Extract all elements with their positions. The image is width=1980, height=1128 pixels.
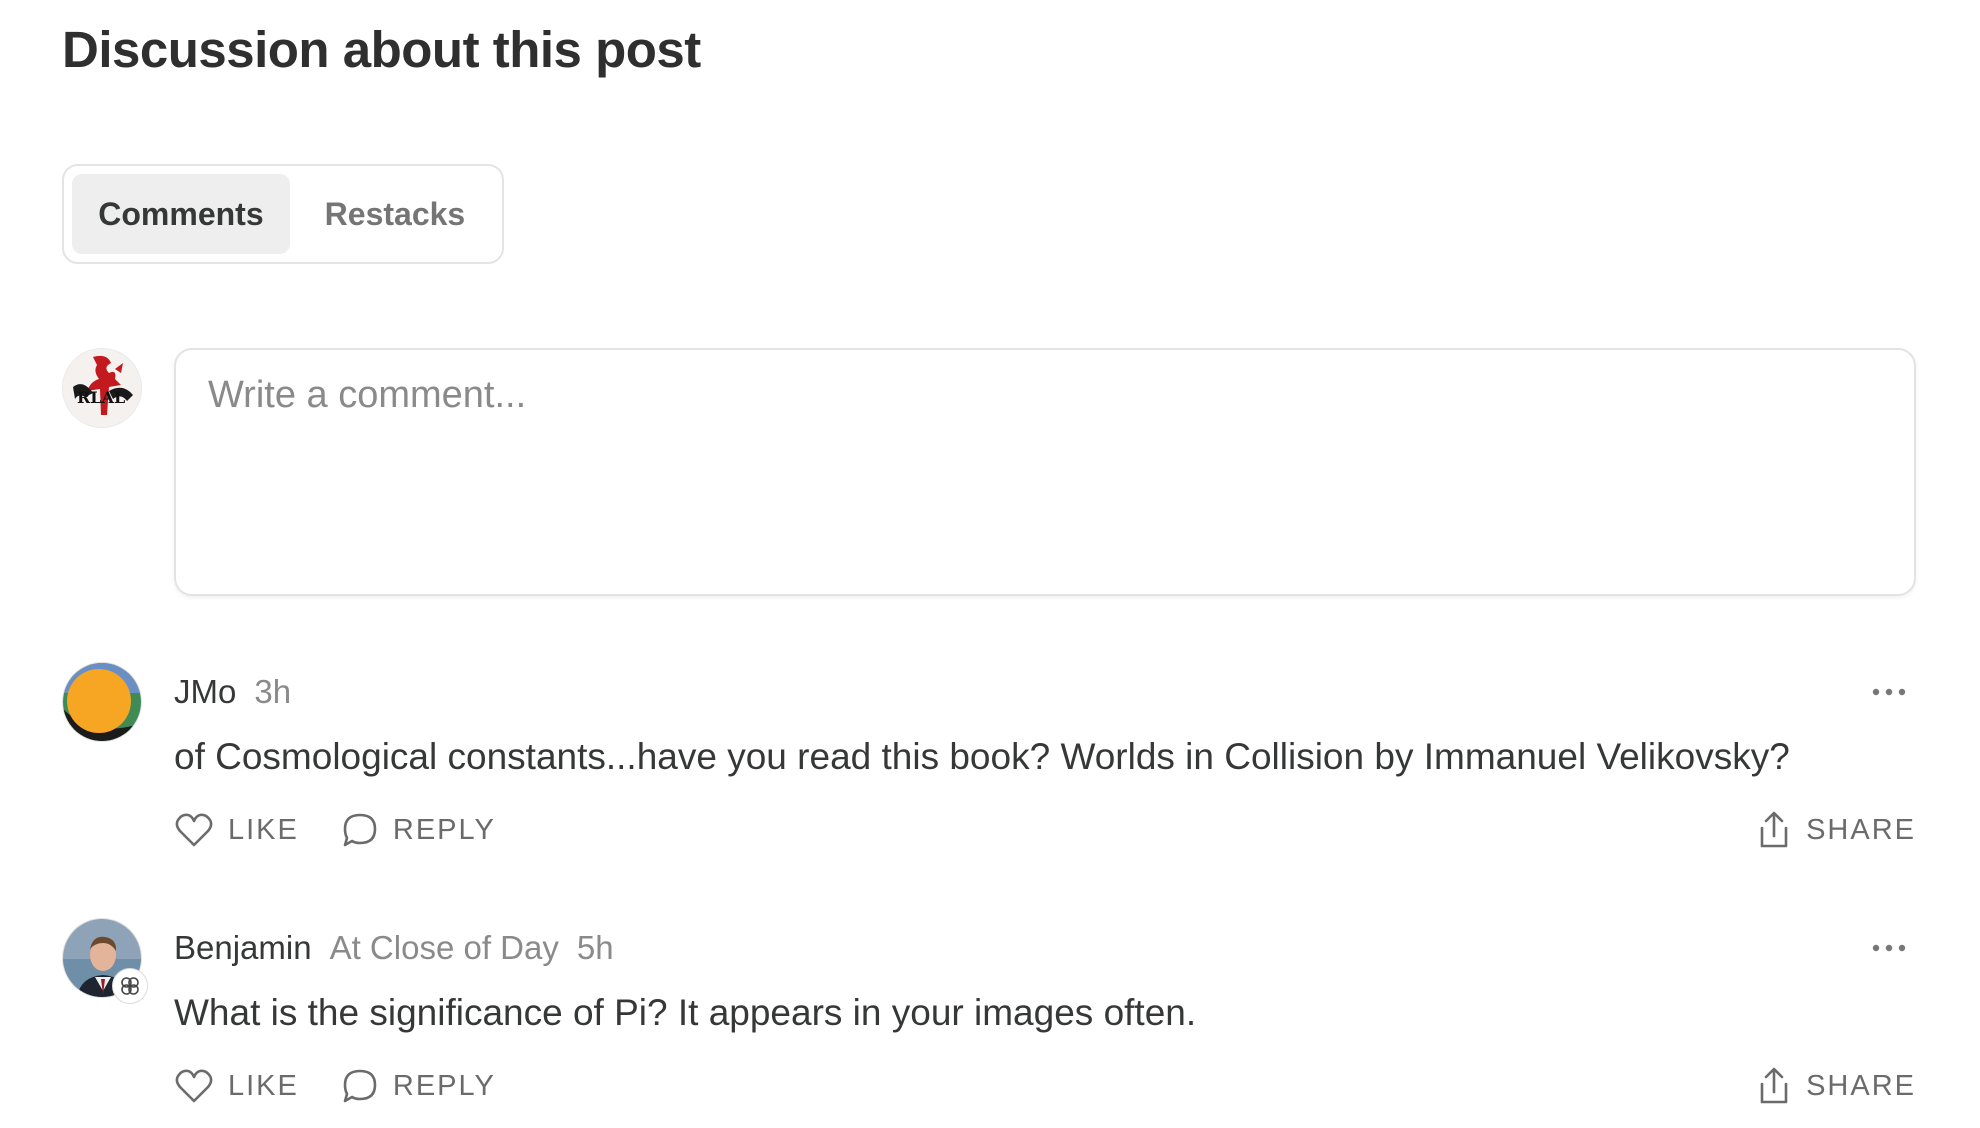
comment-actions: LIKE REPLY SHARE: [174, 802, 1916, 858]
subscriber-badge: [112, 968, 148, 1004]
current-user-avatar[interactable]: RLAL: [62, 348, 142, 428]
comment-header: JMo 3h: [174, 662, 291, 722]
reply-label: REPLY: [392, 1069, 496, 1102]
comment-author[interactable]: Benjamin: [174, 929, 312, 967]
comment-time[interactable]: 5h: [577, 929, 614, 967]
reply-button[interactable]: REPLY: [341, 811, 496, 849]
more-options-icon[interactable]: [1862, 672, 1916, 712]
speech-bubble-icon: [343, 813, 377, 847]
comment-header: Benjamin At Close of Day 5h: [174, 918, 614, 978]
comment-composer[interactable]: [174, 348, 1916, 596]
like-label: LIKE: [228, 813, 299, 846]
share-label: SHARE: [1806, 813, 1916, 846]
reply-label: REPLY: [392, 813, 496, 846]
clover-icon: [121, 977, 139, 995]
heart-icon: [175, 1069, 213, 1103]
share-icon: [1760, 1067, 1788, 1104]
page-title: Discussion about this post: [62, 21, 701, 78]
svg-text:RLAL: RLAL: [77, 388, 125, 407]
comment-time[interactable]: 3h: [254, 673, 291, 711]
share-button[interactable]: SHARE: [1756, 1066, 1916, 1106]
like-button[interactable]: LIKE: [174, 812, 299, 848]
author-avatar[interactable]: [62, 662, 142, 742]
tab-restacks[interactable]: Restacks: [296, 174, 494, 254]
like-button[interactable]: LIKE: [174, 1068, 299, 1104]
share-button[interactable]: SHARE: [1756, 810, 1916, 850]
comment-actions: LIKE REPLY SHARE: [174, 1058, 1916, 1114]
comment-item: JMo 3h of Cosmological constants...have …: [62, 662, 1916, 862]
comment-item: Benjamin At Close of Day 5h What is the …: [62, 918, 1916, 1118]
reply-button[interactable]: REPLY: [341, 1067, 496, 1105]
heart-icon: [175, 813, 213, 847]
comment-input[interactable]: [208, 374, 1882, 570]
discussion-tabs: Comments Restacks: [62, 164, 504, 264]
more-options-icon[interactable]: [1862, 928, 1916, 968]
user-avatar-red-ink-logo: RLAL: [63, 349, 141, 427]
speech-bubble-icon: [343, 1069, 377, 1103]
like-label: LIKE: [228, 1069, 299, 1102]
comment-publication[interactable]: At Close of Day: [330, 929, 559, 967]
share-icon: [1760, 811, 1788, 848]
yellow-circle-avatar-icon: [63, 663, 141, 741]
tab-comments[interactable]: Comments: [72, 174, 290, 254]
comment-body: of Cosmological constants...have you rea…: [174, 736, 1790, 777]
comment-author[interactable]: JMo: [174, 673, 236, 711]
share-label: SHARE: [1806, 1069, 1916, 1102]
comment-body: What is the significance of Pi? It appea…: [174, 992, 1197, 1033]
